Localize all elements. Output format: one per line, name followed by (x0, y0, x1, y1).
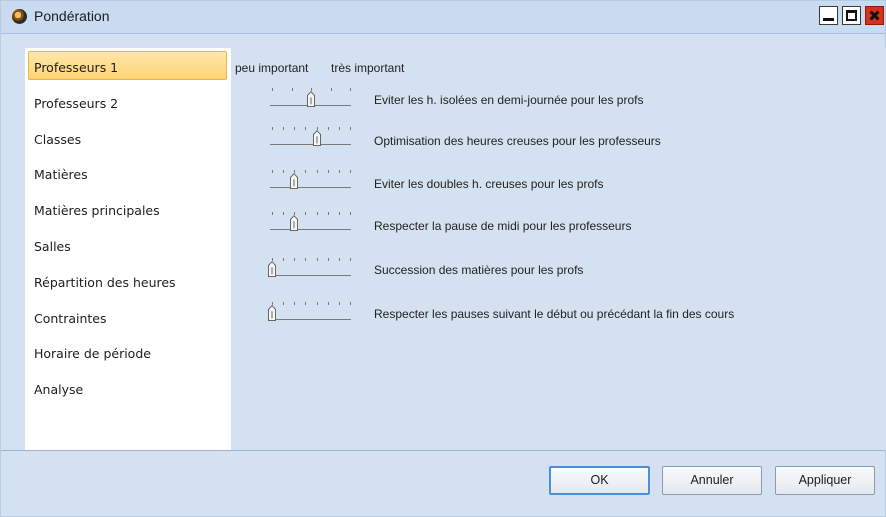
sidebar-item-salles[interactable]: Salles (28, 230, 227, 259)
slider-tick (327, 302, 329, 305)
slider-tick (272, 212, 273, 215)
slider-tick (305, 302, 307, 305)
slider-track (270, 319, 351, 320)
slider-tick (294, 127, 296, 130)
slider-tick (327, 258, 329, 261)
slider-thumb[interactable] (312, 129, 321, 147)
legend-low-label: peu important (235, 61, 309, 75)
slider-tick (283, 302, 285, 305)
close-icon[interactable] (865, 6, 884, 25)
slider-tick (327, 170, 329, 173)
slider-tick (350, 88, 351, 91)
slider-tick (350, 127, 351, 130)
ok-button[interactable]: OK (549, 466, 650, 495)
category-list: Professeurs 1 Professeurs 2 Classes Mati… (25, 48, 231, 450)
slider-tick (316, 212, 318, 215)
slider-tick (272, 127, 273, 130)
slider-tick (283, 258, 285, 261)
slider-tick (294, 258, 296, 261)
slider-tick (316, 258, 318, 261)
slider-thumb[interactable] (307, 90, 315, 108)
preference-label: Optimisation des heures creuses pour les… (374, 134, 661, 148)
sidebar-item-contraintes[interactable]: Contraintes (28, 302, 227, 331)
slider-tick (272, 88, 273, 91)
slider-tick (350, 258, 351, 261)
sidebar-item-matieres-principales[interactable]: Matières principales (28, 194, 227, 223)
app-icon (12, 9, 27, 24)
cancel-button[interactable]: Annuler (662, 466, 762, 495)
slider-tick (305, 127, 307, 130)
slider-tick (350, 302, 351, 305)
preference-label: Eviter les doubles h. creuses pour les p… (374, 177, 604, 191)
slider-thumb[interactable] (290, 214, 299, 232)
slider-tick (327, 212, 329, 215)
sidebar-item-classes[interactable]: Classes (28, 123, 227, 152)
sidebar-item-analyse[interactable]: Analyse (28, 373, 227, 402)
apply-button[interactable]: Appliquer (775, 466, 875, 495)
window-title: Pondération (34, 8, 110, 24)
priority-slider[interactable] (266, 255, 351, 281)
slider-thumb[interactable] (290, 172, 299, 190)
slider-tick (294, 302, 296, 305)
slider-tick (283, 127, 285, 130)
slider-tick (316, 302, 318, 305)
slider-tick (338, 170, 340, 173)
slider-track (270, 187, 351, 188)
priority-slider[interactable] (266, 299, 351, 325)
slider-tick (283, 212, 285, 215)
slider-track (270, 144, 351, 145)
slider-tick (305, 212, 307, 215)
priority-slider[interactable] (266, 124, 351, 150)
slider-tick (338, 212, 340, 215)
maximize-icon[interactable] (842, 6, 861, 25)
slider-tick (350, 170, 351, 173)
preference-label: Succession des matières pour les profs (374, 263, 584, 277)
ponderation-dialog: Pondération Professeurs 1 Professeurs 2 … (0, 0, 886, 517)
slider-thumb[interactable] (268, 304, 276, 322)
minimize-icon[interactable] (819, 6, 838, 25)
preference-label: Eviter les h. isolées en demi-journée po… (374, 93, 644, 107)
slider-tick (330, 88, 332, 91)
legend-high-label: très important (331, 61, 405, 75)
sidebar-item-repartition-des-heures[interactable]: Répartition des heures (28, 266, 227, 295)
sidebar-item-professeurs-1[interactable]: Professeurs 1 (28, 51, 227, 80)
slider-tick (350, 212, 351, 215)
slider-tick (305, 170, 307, 173)
preference-label: Respecter la pause de midi pour les prof… (374, 219, 632, 233)
sidebar-item-professeurs-2[interactable]: Professeurs 2 (28, 87, 227, 116)
sidebar-item-matieres[interactable]: Matières (28, 158, 227, 187)
slider-track (270, 275, 351, 276)
sidebar-item-horaire-de-periode[interactable]: Horaire de période (28, 337, 227, 366)
slider-tick (338, 127, 340, 130)
slider-tick (327, 127, 329, 130)
slider-tick (338, 302, 340, 305)
priority-slider[interactable] (266, 209, 351, 235)
preference-label: Respecter les pauses suivant le début ou… (374, 307, 735, 321)
priority-slider[interactable] (266, 167, 351, 193)
title-bar[interactable]: Pondération (1, 1, 885, 34)
slider-tick (283, 170, 285, 173)
slider-tick (291, 88, 293, 91)
priority-slider[interactable] (266, 85, 351, 111)
slider-track (270, 229, 351, 230)
slider-thumb[interactable] (268, 260, 276, 278)
slider-tick (305, 258, 307, 261)
slider-tick (272, 170, 273, 173)
slider-tick (316, 170, 318, 173)
slider-tick (338, 258, 340, 261)
